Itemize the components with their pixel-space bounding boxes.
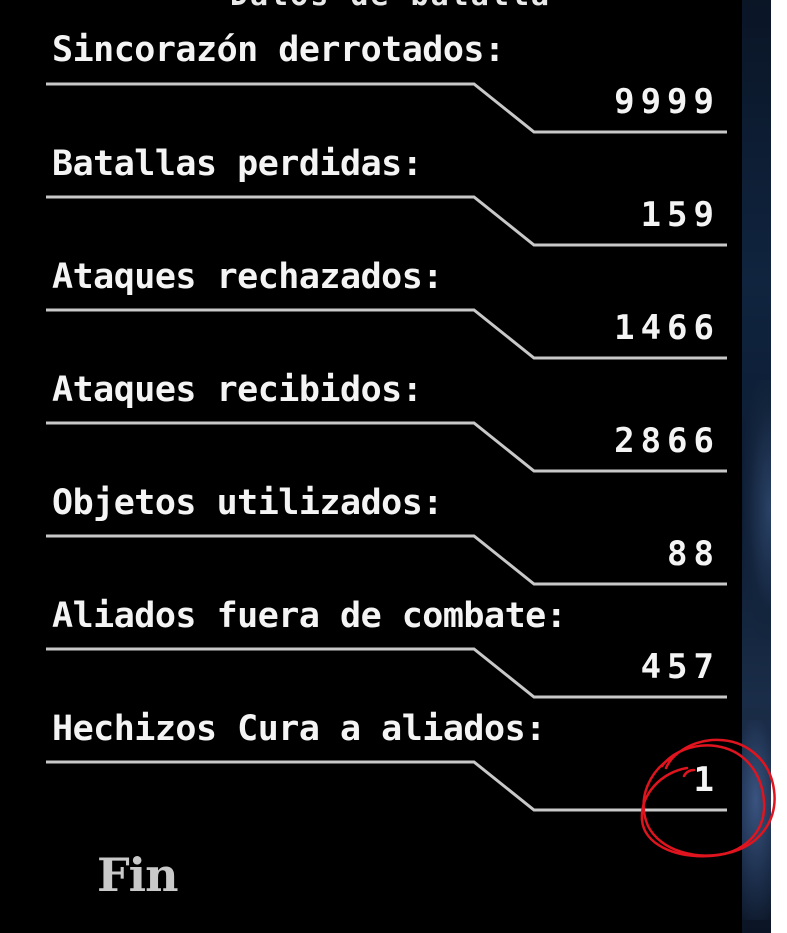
- stat-label-cure-spells-on-allies: Hechizos Cura a aliados:: [52, 709, 546, 749]
- stat-value-heartless-defeated: 9999: [614, 82, 720, 122]
- stat-divider: [46, 647, 727, 699]
- stat-label-battles-lost: Batallas perdidas:: [52, 144, 423, 184]
- stat-divider: [46, 534, 727, 586]
- stat-value-allies-knocked-out: 457: [640, 647, 720, 687]
- stat-value-attacks-received: 2866: [614, 421, 720, 461]
- stat-label-heartless-defeated: Sincorazón derrotados:: [52, 30, 505, 70]
- stat-label-attacks-repelled: Ataques rechazados:: [52, 257, 443, 297]
- battle-stats-panel: Datos de batalla Sincorazón derrotados: …: [0, 0, 742, 933]
- fin-button[interactable]: Fin: [97, 848, 179, 902]
- stat-divider: [46, 760, 727, 812]
- red-circle-annotation: [640, 738, 776, 858]
- stat-value-attacks-repelled: 1466: [614, 308, 720, 348]
- stat-divider: [46, 195, 727, 247]
- stat-label-attacks-received: Ataques recibidos:: [52, 370, 423, 410]
- stat-label-items-used: Objetos utilizados:: [52, 483, 443, 523]
- stat-value-battles-lost: 159: [640, 195, 720, 235]
- stat-label-allies-knocked-out: Aliados fuera de combate:: [52, 596, 567, 636]
- stat-value-items-used: 88: [667, 534, 720, 574]
- game-screen: Datos de batalla Sincorazón derrotados: …: [0, 0, 787, 933]
- panel-title: Datos de batalla: [230, 0, 551, 13]
